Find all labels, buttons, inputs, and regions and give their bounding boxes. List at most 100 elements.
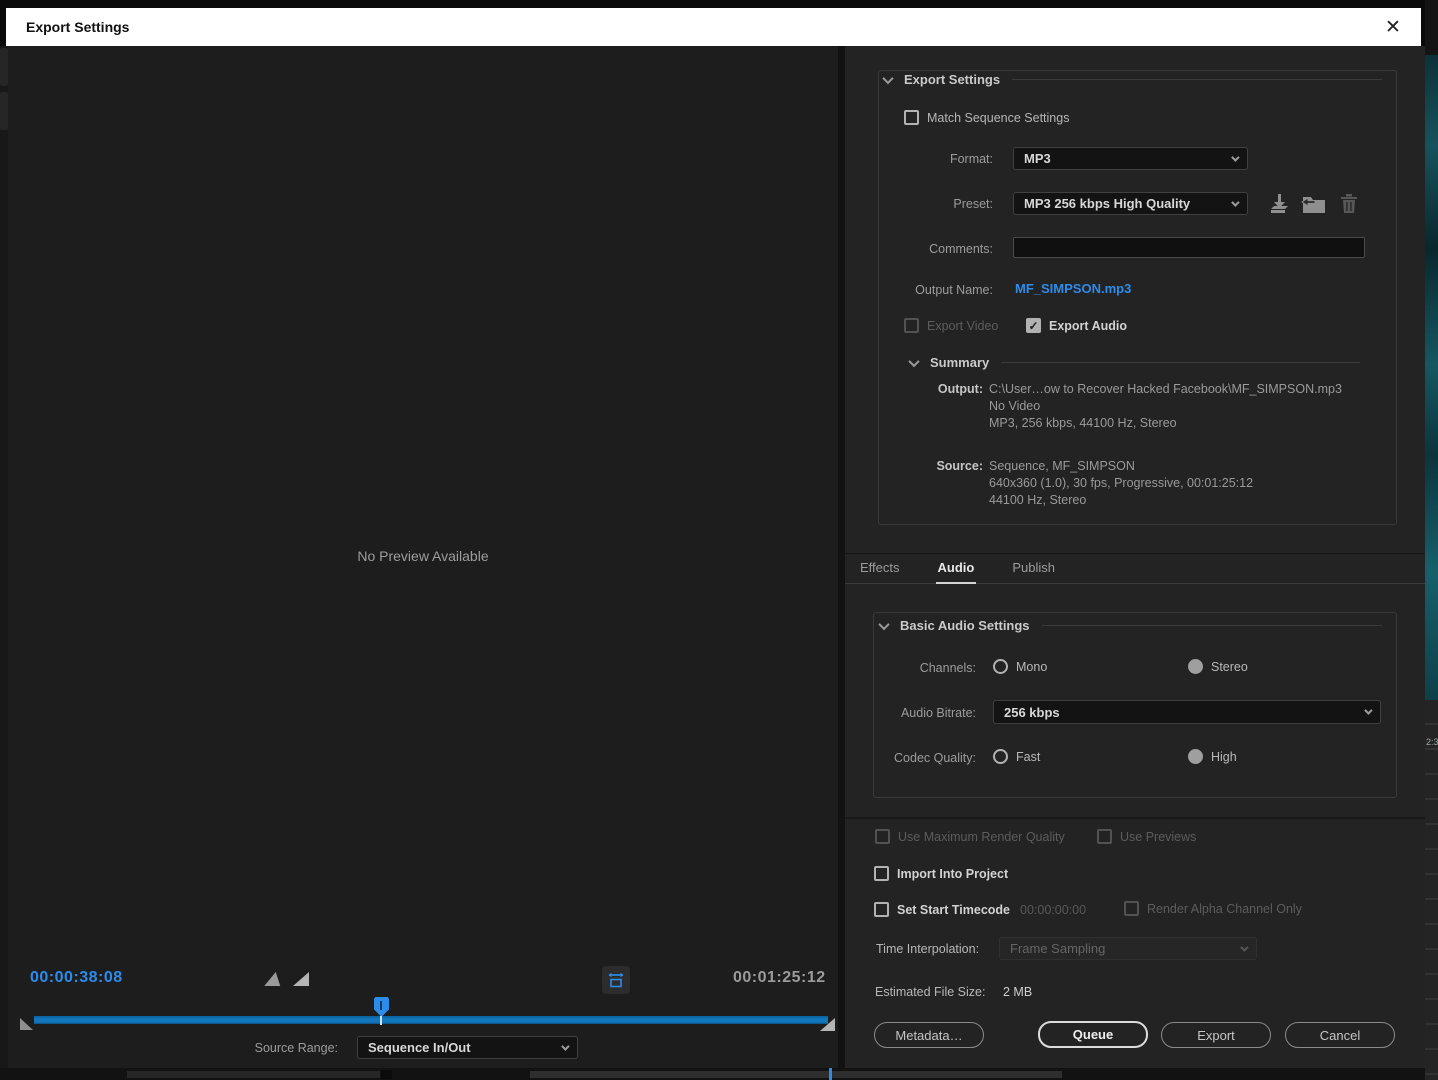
stereo-radio[interactable] — [1188, 659, 1203, 674]
chevron-down-icon — [908, 355, 919, 366]
summary-source-line: Sequence, MF_SIMPSON — [989, 458, 1135, 475]
codec-high-option[interactable]: High — [1188, 749, 1237, 764]
chevron-down-icon — [561, 1042, 569, 1050]
tab-effects[interactable]: Effects — [860, 560, 900, 577]
comments-input[interactable] — [1013, 237, 1365, 258]
time-interpolation-label: Time Interpolation: — [876, 942, 979, 956]
queue-button[interactable]: Queue — [1038, 1021, 1148, 1048]
audio-bitrate-dropdown[interactable]: 256 kbps — [993, 700, 1381, 724]
fit-button[interactable] — [602, 966, 630, 994]
estimated-file-size-label: Estimated File Size: — [875, 985, 985, 999]
range-out-handle[interactable] — [820, 1018, 835, 1031]
export-audio-label: Export Audio — [1049, 319, 1127, 333]
chevron-down-icon — [1231, 198, 1239, 206]
fast-label: Fast — [1016, 750, 1040, 764]
current-timecode[interactable]: 00:00:38:08 — [30, 969, 123, 987]
use-max-render-row: Use Maximum Render Quality — [875, 829, 1065, 844]
set-start-timecode-row: Set Start Timecode 00:00:00:00 — [874, 902, 1086, 917]
background-left-notch — [0, 92, 8, 130]
import-into-project-label: Import Into Project — [897, 867, 1008, 881]
export-settings-dialog: Export Settings ✕ No Preview Available 0… — [0, 0, 1438, 1080]
background-app-edge: 2:3 — [1425, 0, 1438, 1080]
high-label: High — [1211, 750, 1237, 764]
tab-publish[interactable]: Publish — [1012, 560, 1055, 577]
render-alpha-checkbox — [1124, 901, 1139, 916]
background-strip-notch — [381, 1070, 392, 1079]
format-label: Format: — [795, 152, 993, 166]
background-timeline-ruler-text: 2:3 — [1426, 737, 1438, 747]
background-left-strip — [0, 46, 8, 1080]
import-preset-icon[interactable] — [1301, 192, 1327, 215]
estimated-file-size-value: 2 MB — [1003, 985, 1032, 999]
match-sequence-checkbox[interactable] — [904, 110, 919, 125]
mono-radio[interactable] — [993, 659, 1008, 674]
chevron-down-icon — [882, 72, 893, 83]
export-audio-row: ✓ Export Audio — [1026, 318, 1127, 333]
audio-bitrate-value: 256 kbps — [1004, 705, 1060, 720]
save-preset-icon[interactable] — [1268, 192, 1291, 215]
summary-source-label: Source: — [880, 459, 983, 473]
match-sequence-label: Match Sequence Settings — [927, 111, 1069, 125]
channels-mono-option[interactable]: Mono — [993, 659, 1047, 674]
scrub-bar[interactable] — [34, 1016, 828, 1024]
use-max-render-label: Use Maximum Render Quality — [898, 830, 1065, 844]
codec-fast-option[interactable]: Fast — [993, 749, 1040, 764]
basic-audio-settings-header[interactable]: Basic Audio Settings — [880, 618, 1392, 633]
export-settings-header[interactable]: Export Settings — [884, 72, 1392, 87]
metadata-button[interactable]: Metadata… — [874, 1022, 984, 1048]
header-rule — [1012, 79, 1382, 80]
tab-audio[interactable]: Audio — [938, 560, 975, 577]
no-preview-message: No Preview Available — [8, 548, 838, 564]
import-into-project-checkbox[interactable] — [874, 866, 889, 881]
comments-label: Comments: — [795, 242, 993, 256]
export-video-checkbox — [904, 318, 919, 333]
export-settings-heading: Export Settings — [904, 72, 1000, 87]
fast-radio[interactable] — [993, 749, 1008, 764]
background-timeline-sliver: 2:3 — [1425, 700, 1438, 1080]
mono-label: Mono — [1016, 660, 1047, 674]
summary-header[interactable]: Summary — [910, 355, 1370, 370]
high-radio[interactable] — [1188, 749, 1203, 764]
set-start-timecode-checkbox[interactable] — [874, 902, 889, 917]
summary-source-line: 44100 Hz, Stereo — [989, 492, 1086, 509]
stereo-label: Stereo — [1211, 660, 1248, 674]
header-rule — [1042, 625, 1382, 626]
channels-stereo-option[interactable]: Stereo — [1188, 659, 1248, 674]
tab-bar: Effects Audio Publish — [845, 553, 1425, 584]
format-dropdown[interactable]: MP3 — [1013, 147, 1248, 170]
render-alpha-row: Render Alpha Channel Only — [1124, 901, 1302, 916]
chevron-down-icon — [1231, 153, 1239, 161]
preset-label: Preset: — [795, 197, 993, 211]
close-icon[interactable]: ✕ — [1379, 13, 1407, 41]
playhead-line — [380, 1016, 382, 1025]
start-timecode-value: 00:00:00:00 — [1020, 903, 1086, 917]
range-in-handle[interactable] — [20, 1018, 33, 1030]
time-interpolation-dropdown: Frame Sampling — [999, 937, 1257, 960]
audio-bitrate-label: Audio Bitrate: — [795, 706, 976, 720]
render-alpha-label: Render Alpha Channel Only — [1147, 902, 1302, 916]
background-playhead-line — [829, 1068, 832, 1080]
use-previews-checkbox — [1097, 829, 1112, 844]
export-settings-group — [878, 70, 1397, 525]
background-program-monitor-sliver — [1425, 55, 1438, 700]
preset-dropdown[interactable]: MP3 256 kbps High Quality — [1013, 192, 1248, 215]
output-name-link[interactable]: MF_SIMPSON.mp3 — [1015, 281, 1131, 296]
set-start-timecode-label: Set Start Timecode — [897, 903, 1010, 917]
header-rule — [1001, 362, 1360, 363]
dialog-title: Export Settings — [26, 19, 129, 35]
export-audio-checkbox[interactable]: ✓ — [1026, 318, 1041, 333]
summary-output-line: C:\User…ow to Recover Hacked Facebook\MF… — [989, 381, 1342, 398]
format-value: MP3 — [1024, 151, 1051, 166]
summary-heading: Summary — [930, 355, 989, 370]
source-range-dropdown[interactable]: Sequence In/Out — [357, 1036, 578, 1059]
match-sequence-row: Match Sequence Settings — [904, 110, 1069, 125]
export-button[interactable]: Export — [1161, 1022, 1271, 1048]
set-out-point-icon[interactable] — [293, 972, 309, 986]
chevron-down-icon — [1364, 706, 1372, 714]
delete-preset-icon[interactable] — [1339, 192, 1359, 215]
summary-output-line: No Video — [989, 398, 1040, 415]
summary-output-line: MP3, 256 kbps, 44100 Hz, Stereo — [989, 415, 1177, 432]
cancel-button[interactable]: Cancel — [1285, 1022, 1395, 1048]
background-strip-segment — [127, 1071, 380, 1078]
chevron-down-icon — [878, 618, 889, 629]
